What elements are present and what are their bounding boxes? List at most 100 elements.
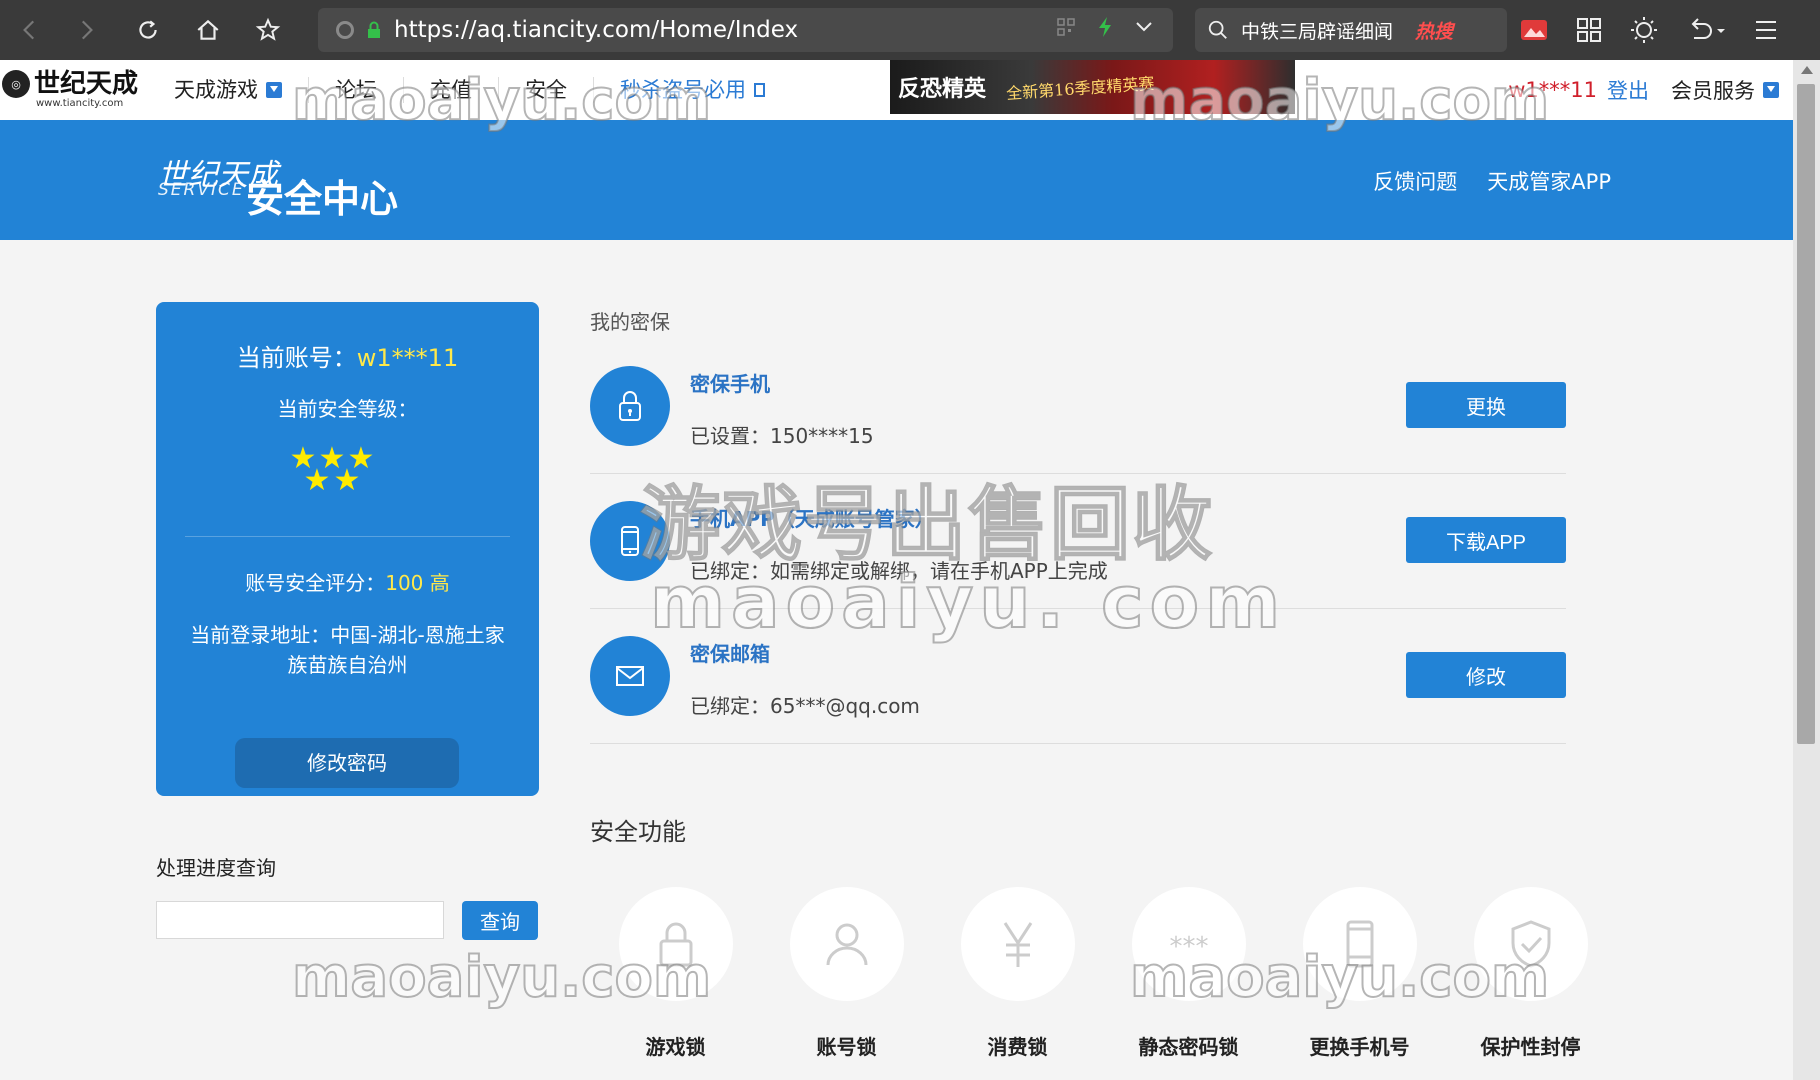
nav-recharge[interactable]: 充值 (404, 77, 499, 103)
chevron-down-icon[interactable] (1135, 21, 1153, 33)
feature-change-phone[interactable]: 更换手机号 (1274, 887, 1445, 1060)
scroll-up-icon[interactable] (1801, 66, 1813, 74)
svg-text:***: *** (1169, 932, 1208, 962)
security-row-email: 密保邮箱 已绑定：65***@qq.com 修改 (590, 608, 1566, 744)
download-app-button[interactable]: 下载APP (1406, 517, 1566, 563)
security-item-desc: 已设置：150****15 (690, 424, 874, 448)
asterisk-icon: *** (1169, 932, 1208, 962)
back-button[interactable] (8, 8, 52, 52)
address-bar[interactable]: https://aq.tiancity.com/Home/Index (318, 8, 1173, 52)
feature-label: 静态密码锁 (1138, 1035, 1239, 1059)
feature-label: 更换手机号 (1309, 1035, 1410, 1059)
change-password-button[interactable]: 修改密码 (235, 738, 459, 788)
username-link[interactable]: w1***11 (1508, 78, 1597, 102)
page-scrollbar[interactable] (1793, 60, 1820, 1080)
query-button[interactable]: 查询 (462, 901, 538, 940)
current-account-value: w1***11 (356, 344, 459, 372)
phone-icon (1346, 920, 1373, 968)
modify-email-button[interactable]: 修改 (1406, 652, 1566, 698)
header-links: 反馈问题 天成管家APP (1373, 166, 1611, 196)
progress-query-input[interactable] (156, 901, 444, 939)
security-item-title[interactable]: 密保手机 (690, 368, 770, 397)
site-top-bar: ◎ 世纪天成 www.tiancity.com 天成游戏 论坛 充值 安全 秒杀… (0, 60, 1793, 121)
site-info-icon[interactable] (336, 21, 354, 39)
current-account: 当前账号：w1***11 (156, 338, 539, 373)
security-item-title[interactable]: 密保邮箱 (690, 638, 770, 667)
star-outline-icon (255, 17, 281, 41)
qr-code-icon[interactable] (1057, 18, 1075, 36)
manager-app-link[interactable]: 天成管家APP (1487, 166, 1611, 196)
progress-query-title: 处理进度查询 (156, 856, 276, 880)
feature-spending-lock[interactable]: 消费锁 (932, 887, 1103, 1060)
nav-forum[interactable]: 论坛 (309, 77, 404, 103)
feature-account-lock[interactable]: 账号锁 (761, 887, 932, 1060)
chevron-left-icon (23, 20, 35, 40)
feature-label: 保护性封停 (1480, 1035, 1581, 1059)
star-icon: ★ (333, 463, 361, 498)
top-nav: 天成游戏 论坛 充值 安全 秒杀盗号必用 (155, 60, 791, 120)
tiancity-logo[interactable]: ◎ 世纪天成 www.tiancity.com (2, 69, 139, 109)
mail-icon (590, 636, 670, 716)
member-service-link[interactable]: 会员服务 (1671, 75, 1755, 105)
logout-link[interactable]: 登出 (1607, 75, 1649, 105)
member-dropdown-icon[interactable] (1763, 82, 1779, 98)
feedback-link[interactable]: 反馈问题 (1373, 166, 1457, 196)
user-box: w1***11 登出 会员服务 (1508, 60, 1779, 120)
feature-label: 消费锁 (987, 1035, 1048, 1059)
change-phone-button[interactable]: 更换 (1406, 382, 1566, 428)
security-score: 账号安全评分：100 高 (156, 567, 539, 596)
security-center-header: 世纪天成 SERVICE 安全中心 反馈问题 天成管家APP (0, 120, 1793, 240)
security-item-title[interactable]: 手机APP（天成账号管家） (690, 503, 935, 532)
my-security-title: 我的密保 (590, 310, 670, 334)
logo-text: 世纪天成 (34, 69, 139, 99)
home-button[interactable] (186, 8, 230, 52)
ad-banner[interactable]: 反恐精英 全新第16季度精英赛 (890, 60, 1295, 114)
lightning-icon[interactable] (1097, 16, 1113, 38)
account-card: 当前账号：w1***11 当前安全等级： ★ ★ ★ ★ ★ 账号安全评分：10… (156, 302, 539, 796)
nav-security[interactable]: 安全 (499, 77, 594, 103)
forward-button[interactable] (64, 8, 108, 52)
dropdown-icon[interactable] (266, 82, 282, 98)
security-row-phone: 密保手机 已设置：150****15 更换 (590, 338, 1566, 474)
reload-button[interactable] (126, 8, 170, 52)
logo-subtext: www.tiancity.com (36, 98, 124, 109)
chevron-right-icon (81, 20, 93, 40)
feature-protective-suspension[interactable]: 保护性封停 (1445, 887, 1616, 1060)
nav-promo[interactable]: 秒杀盗号必用 (594, 77, 791, 103)
home-icon (197, 19, 219, 40)
bookmark-button[interactable] (246, 8, 290, 52)
hot-search-label[interactable]: 热搜 (1415, 17, 1453, 44)
secure-lock-icon (368, 21, 380, 38)
security-features: 游戏锁 账号锁 消费锁 *** 静态密码锁 更换手机号 保护性封停 (590, 887, 1616, 1060)
banner-subtitle: 全新第16季度精英赛 (1005, 73, 1155, 104)
apps-grid-icon[interactable] (1576, 17, 1602, 43)
security-level-stars: ★ ★ ★ ★ ★ (288, 444, 408, 498)
lock-icon (590, 366, 670, 446)
url-text[interactable]: https://aq.tiancity.com/Home/Index (394, 17, 798, 43)
menu-icon[interactable] (1754, 19, 1778, 41)
shield-icon (1511, 920, 1550, 968)
security-level-label: 当前安全等级： (277, 397, 418, 421)
feature-static-password-lock[interactable]: *** 静态密码锁 (1103, 887, 1274, 1060)
gallery-icon[interactable] (1520, 17, 1548, 43)
security-score-value: 100 高 (385, 571, 450, 595)
yen-icon (1003, 922, 1032, 967)
feature-label: 游戏锁 (645, 1035, 706, 1059)
search-query[interactable]: 中铁三局辟谣细闻 (1241, 17, 1393, 44)
brand-cn-main: 安全中心 (246, 177, 399, 221)
nav-promo-label: 秒杀盗号必用 (620, 78, 746, 102)
feature-game-lock[interactable]: 游戏锁 (590, 887, 761, 1060)
card-divider (185, 536, 510, 537)
current-account-label: 当前账号： (236, 344, 357, 372)
reload-icon (139, 20, 157, 39)
search-icon (1208, 20, 1227, 39)
search-box[interactable]: 中铁三局辟谣细闻 热搜 (1195, 8, 1507, 52)
brand-en: SERVICE (158, 180, 245, 200)
nav-games[interactable]: 天成游戏 (155, 77, 309, 103)
undo-icon[interactable] (1686, 17, 1726, 43)
promo-box-icon (754, 83, 765, 97)
scrollbar-thumb[interactable] (1797, 84, 1815, 744)
user-icon (826, 923, 867, 966)
security-item-desc: 已绑定：65***@qq.com (690, 694, 920, 718)
brightness-icon[interactable] (1630, 16, 1658, 44)
